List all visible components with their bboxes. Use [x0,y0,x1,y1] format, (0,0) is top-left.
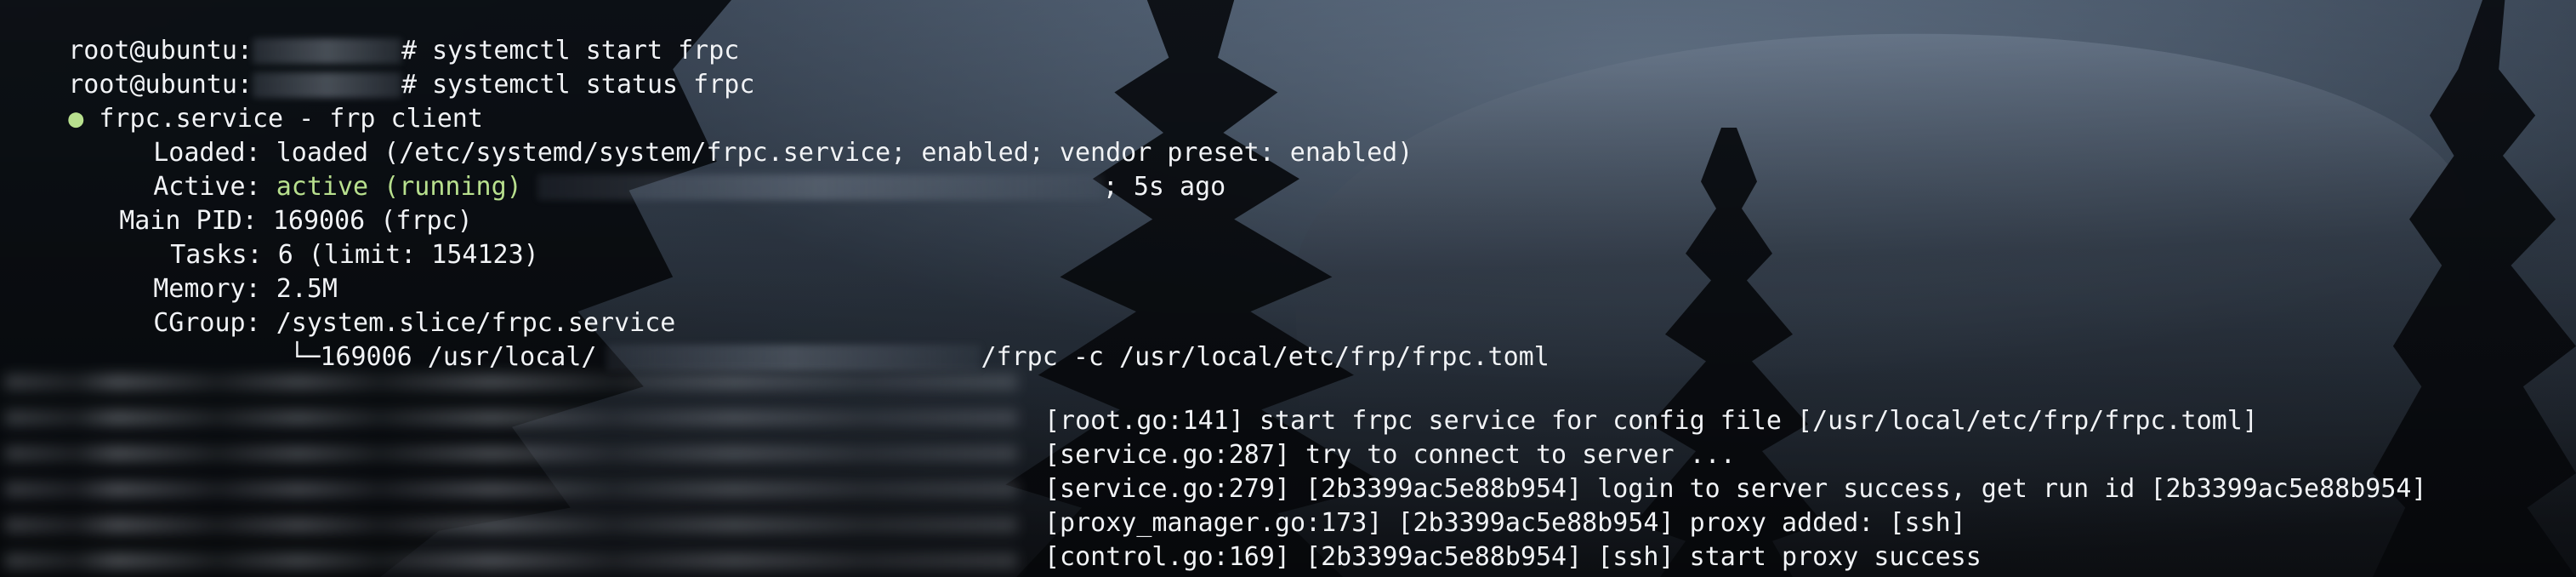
process-suffix: /frpc -c /usr/local/etc/frp/frpc.toml [981,342,1550,372]
prompt-line-status: root@ubuntu: # systemctl status frpc [7,34,754,100]
terminal-window[interactable]: root@ubuntu: # systemctl start frpc root@… [0,0,2576,577]
main-pid-line: Main PID: 169006 (frpc) [58,170,472,236]
active-tail: ; 5s ago [1102,172,1226,202]
active-line: Active: active (running); 5s ago [92,136,1225,202]
cgroup-process-line: └─169006 /usr/local/ /frpc -c /usr/local/… [228,306,1550,372]
cgroup-line: CGroup: /system.slice/frpc.service [92,272,675,338]
log-line-5: [control.go:169] [2b3399ac5e88b954] [ssh… [1044,542,1982,572]
service-status-dot: ● [68,104,84,134]
log-line-2: [service.go:287] try to connect to serve… [1044,440,1736,470]
prompt-line-start: root@ubuntu: # systemctl start frpc [7,0,739,66]
loaded-line: Loaded: loaded (/etc/systemd/system/frpc… [92,102,1413,168]
tasks-line: Tasks: 6 (limit: 154123) [109,204,538,270]
redacted-timestamp [537,174,1103,200]
service-header-line: ● frpc.service - frp client [7,68,483,134]
redacted-path [606,345,981,370]
log-line-1: [root.go:141] start frpc service for con… [1044,406,2258,436]
log-line-4: [proxy_manager.go:173] [2b3399ac5e88b954… [1044,508,1966,538]
redacted-log-prefix-block [5,374,1017,570]
memory-line: Memory: 2.5M [92,238,338,304]
process-prefix: └─169006 /usr/local/ [289,342,597,372]
log-line-3: [service.go:279] [2b3399ac5e88b954] logi… [1044,474,2427,504]
